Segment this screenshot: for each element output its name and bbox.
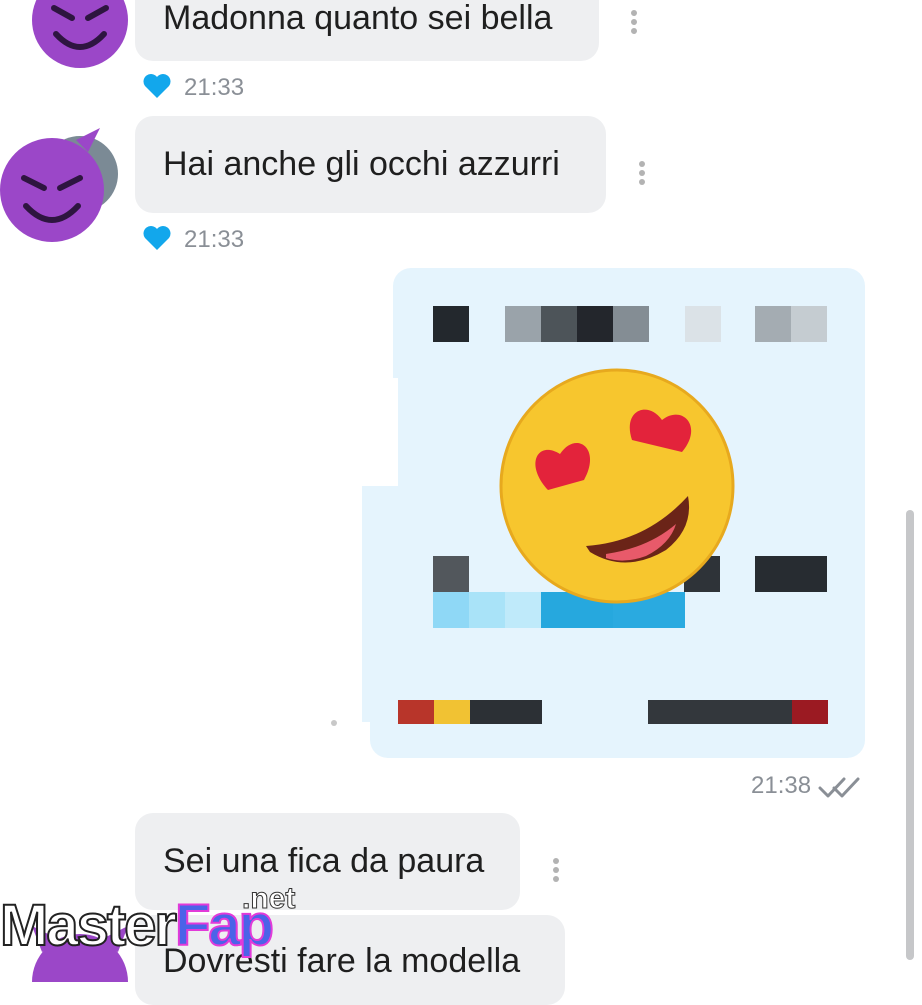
message-time: 21:38 [751, 772, 812, 799]
pixelated-censor-block [791, 306, 827, 342]
pixelated-censor-block [648, 700, 792, 724]
heart-eyes-emoji-icon [499, 368, 735, 604]
watermark-master: Master [0, 893, 178, 959]
message-options-icon[interactable] [631, 10, 637, 37]
message-bubble[interactable]: Madonna quanto sei bella [135, 0, 599, 61]
outgoing-bubble-footer [370, 718, 865, 758]
pixelated-censor-block [434, 700, 470, 724]
smiling-devil-icon [32, 0, 128, 68]
smiling-devil-icon [0, 128, 104, 242]
pixelated-censor-block [755, 556, 827, 592]
pixelated-censor-block [577, 306, 613, 342]
sender-avatar[interactable] [0, 122, 120, 244]
sender-avatar[interactable] [28, 0, 132, 72]
pixelated-censor-block [470, 700, 542, 724]
pixelated-censor-block [613, 306, 649, 342]
message-text: Hai anche gli occhi azzurri [163, 145, 560, 183]
double-check-read-icon [818, 777, 860, 798]
pixelated-censor-block [792, 700, 828, 724]
scrollbar[interactable] [906, 510, 914, 960]
pixelated-censor-block [541, 306, 577, 342]
pixelated-censor-block [398, 700, 434, 724]
watermark-fap: Fap [174, 893, 275, 959]
message-bubble[interactable]: Hai anche gli occhi azzurri [135, 116, 606, 213]
heart-reaction-icon [143, 74, 171, 98]
message-text: Madonna quanto sei bella [163, 0, 553, 37]
watermark-text: MasterFap [0, 893, 275, 959]
pixelated-censor-block [505, 306, 541, 342]
pixelated-censor-block [685, 306, 721, 342]
pixelated-censor-block [433, 306, 469, 342]
pixelated-censor-block [433, 592, 469, 628]
message-text: Sei una fica da paura [163, 842, 485, 880]
message-options-icon[interactable] [331, 720, 337, 729]
message-time: 21:33 [184, 226, 245, 253]
pixelated-censor-block [755, 306, 791, 342]
message-options-icon[interactable] [639, 161, 645, 188]
message-options-icon[interactable] [553, 858, 559, 885]
pixelated-censor-block [433, 556, 469, 592]
heart-reaction-icon [143, 226, 171, 250]
message-time: 21:33 [184, 74, 245, 101]
